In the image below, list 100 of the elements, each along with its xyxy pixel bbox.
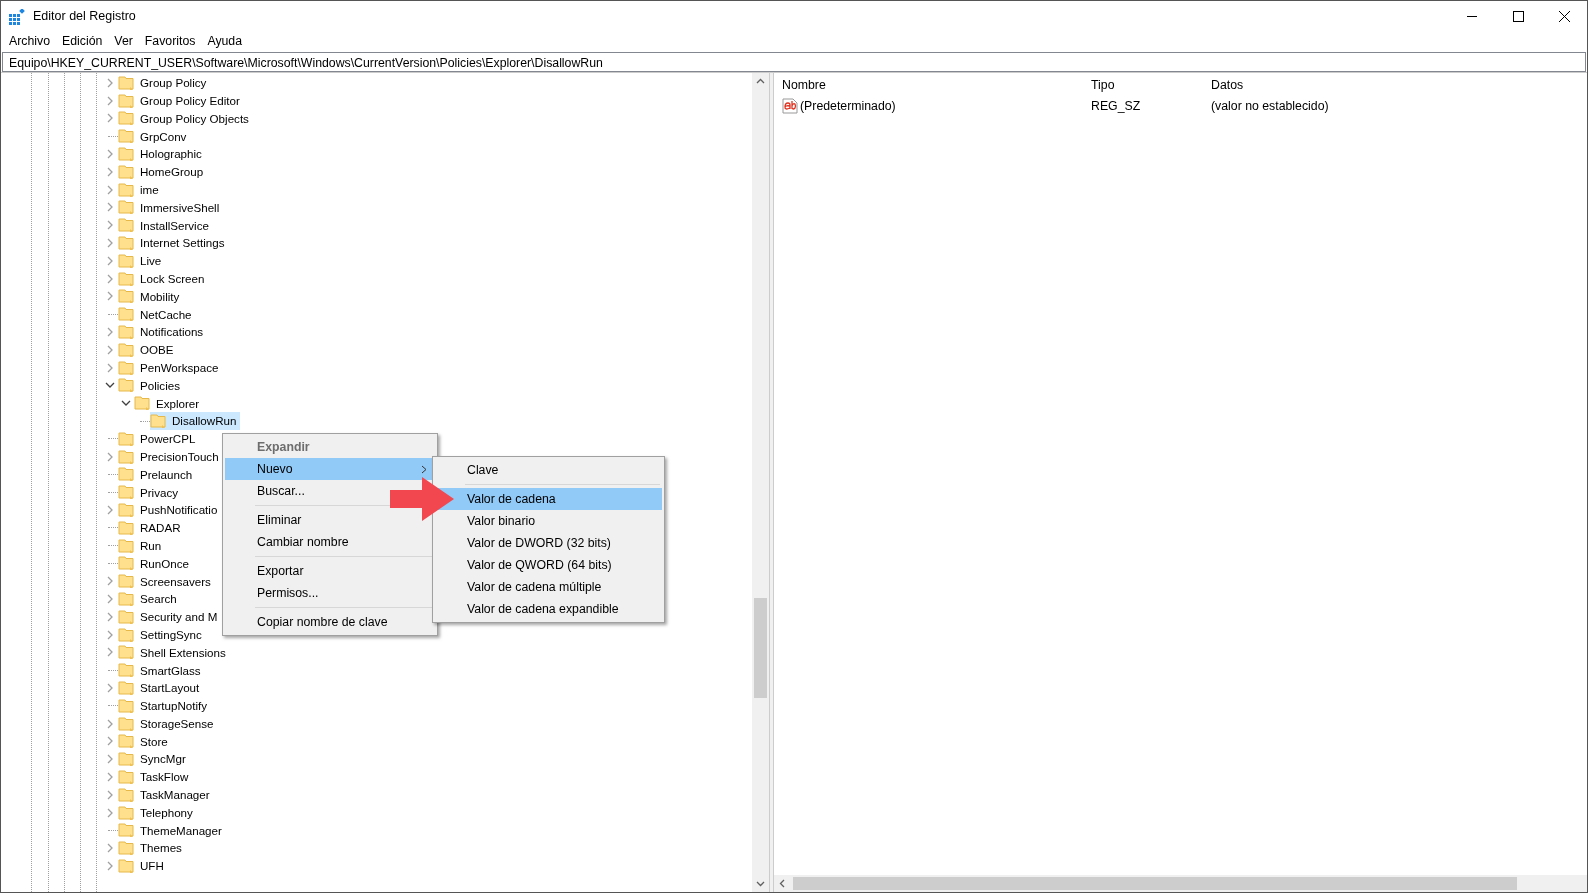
tree-item[interactable]: Shell Extensions	[140, 643, 226, 662]
folder-icon	[118, 751, 134, 768]
scrollbar[interactable]	[752, 73, 769, 892]
tree-item[interactable]: StartupNotify	[140, 697, 207, 715]
scrollbar-thumb[interactable]	[793, 877, 1517, 890]
folder-icon	[118, 466, 134, 483]
folder-icon	[118, 163, 134, 180]
tree-item[interactable]: Policies	[140, 376, 180, 395]
folder-icon	[118, 573, 134, 590]
tree-item[interactable]: RADAR	[140, 519, 181, 537]
column-header[interactable]: Datos	[1211, 75, 1244, 95]
column-header[interactable]: Nombre	[782, 75, 1091, 95]
address-field[interactable]: Equipo\HKEY_CURRENT_USER\Software\Microsoft\Windows\CurrentVersion\Policies\Explorer\DisallowRun	[2, 52, 1586, 72]
string-value-icon	[782, 98, 798, 114]
folder-icon	[118, 92, 134, 109]
tree-item[interactable]: Prelaunch	[140, 465, 193, 484]
menu-item[interactable]: Edición	[56, 32, 109, 51]
tree-item[interactable]: Screensavers	[140, 572, 211, 590]
folder-icon	[118, 626, 134, 643]
close-icon[interactable]	[1558, 11, 1570, 22]
folder-icon	[118, 377, 134, 394]
tree-item[interactable]: Holographic	[140, 145, 202, 163]
tree-item[interactable]: Telephony	[140, 803, 193, 822]
menu-item[interactable]: Permisos...	[225, 582, 327, 604]
tree-item[interactable]: TaskManager	[140, 786, 210, 804]
folder-icon	[118, 857, 134, 874]
tree-item[interactable]: Mobility	[140, 287, 180, 306]
tree-item[interactable]: UFH	[140, 857, 164, 875]
scrollbar-thumb[interactable]	[754, 598, 767, 698]
folder-icon	[118, 733, 134, 750]
tree-item[interactable]: Store	[140, 732, 168, 751]
folder-icon	[118, 697, 134, 714]
tree-item[interactable]: Security and M	[140, 608, 218, 626]
folder-icon	[118, 341, 134, 358]
value-name[interactable]: (Predeterminado)	[800, 96, 896, 116]
tree-item[interactable]: Themes	[140, 839, 182, 857]
folder-icon	[118, 484, 134, 501]
folder-icon	[118, 252, 134, 269]
folder-icon	[118, 715, 134, 732]
tree-item[interactable]: Explorer	[156, 394, 200, 412]
tree-item[interactable]: Group Policy Objects	[140, 109, 249, 128]
tree-item[interactable]: Run	[140, 536, 162, 555]
menu-item[interactable]: Ayuda	[201, 32, 249, 51]
folder-icon	[118, 519, 134, 536]
tree-item[interactable]: Notifications	[140, 323, 204, 341]
column-header[interactable]: Tipo	[1091, 75, 1211, 95]
menu-item[interactable]: Valor de cadena expandible	[435, 598, 627, 620]
tree-item[interactable]: TaskFlow	[140, 768, 189, 786]
tree-item[interactable]: OOBE	[140, 341, 174, 359]
tree-item[interactable]: NetCache	[140, 305, 192, 323]
menu-item[interactable]: Valor binario	[435, 510, 544, 532]
tree-item[interactable]: Search	[140, 590, 177, 608]
tree-item[interactable]: HomeGroup	[140, 163, 204, 181]
tree-item[interactable]: Live	[140, 252, 162, 270]
folder-icon	[118, 502, 134, 518]
folder-icon	[118, 537, 134, 554]
menu-item[interactable]: Archivo	[3, 32, 56, 51]
menu-item[interactable]: Valor de QWORD (64 bits)	[435, 554, 620, 576]
tree-item[interactable]: PrecisionTouch	[140, 447, 219, 466]
tree-item[interactable]: ImmersiveShell	[140, 198, 220, 217]
menu-item[interactable]: Nuevo	[225, 458, 435, 480]
tree-item[interactable]: Lock Screen	[140, 269, 205, 288]
folder-icon	[118, 181, 134, 198]
tree-item[interactable]: GrpConv	[140, 127, 187, 145]
folder-icon	[118, 199, 134, 216]
folder-icon	[118, 74, 134, 91]
tree-item[interactable]: Internet Settings	[140, 234, 225, 252]
scrollbar[interactable]	[774, 875, 1587, 892]
menu-item[interactable]: Exportar	[225, 560, 312, 582]
menu-item[interactable]: Buscar...	[225, 480, 313, 502]
tree-item[interactable]: PushNotificatio	[140, 501, 218, 519]
tree-item[interactable]: ime	[140, 181, 159, 199]
folder-icon	[118, 128, 134, 145]
folder-icon	[118, 217, 134, 234]
folder-icon	[118, 235, 134, 252]
menu-item[interactable]: Clave	[435, 459, 507, 481]
folder-icon	[118, 768, 134, 785]
menu-item[interactable]: Ver	[108, 32, 139, 51]
menu-item[interactable]: Valor de DWORD (32 bits)	[435, 532, 619, 554]
tree-item[interactable]: SmartGlass	[140, 661, 201, 679]
tree-item[interactable]: SyncMgr	[140, 750, 186, 768]
tree-item[interactable]: SettingSync	[140, 625, 202, 644]
menu-item[interactable]: Favoritos	[138, 32, 202, 51]
tree-item[interactable]: PowerCPL	[140, 430, 196, 448]
maximize-icon[interactable]	[1512, 11, 1524, 22]
tree-item[interactable]: Group Policy	[140, 74, 207, 92]
tree-item[interactable]: Group Policy Editor	[140, 92, 240, 110]
folder-icon	[134, 395, 150, 412]
tree-item[interactable]: Privacy	[140, 483, 178, 501]
menu-item[interactable]: Valor de cadena múltiple	[435, 576, 610, 598]
tree-item[interactable]: StartLayout	[140, 679, 200, 697]
tree-item[interactable]: RunOnce	[140, 554, 189, 573]
tree-item[interactable]: ThemeManager	[140, 821, 222, 840]
menu-item[interactable]: Eliminar	[225, 509, 310, 531]
tree-item[interactable]: InstallService	[140, 216, 209, 234]
menu-item[interactable]: Cambiar nombre	[225, 531, 357, 553]
tree-item[interactable]: PenWorkspace	[140, 358, 219, 377]
menu-item[interactable]: Copiar nombre de clave	[225, 611, 396, 633]
folder-icon	[118, 680, 134, 696]
tree-item[interactable]: StorageSense	[140, 714, 214, 733]
